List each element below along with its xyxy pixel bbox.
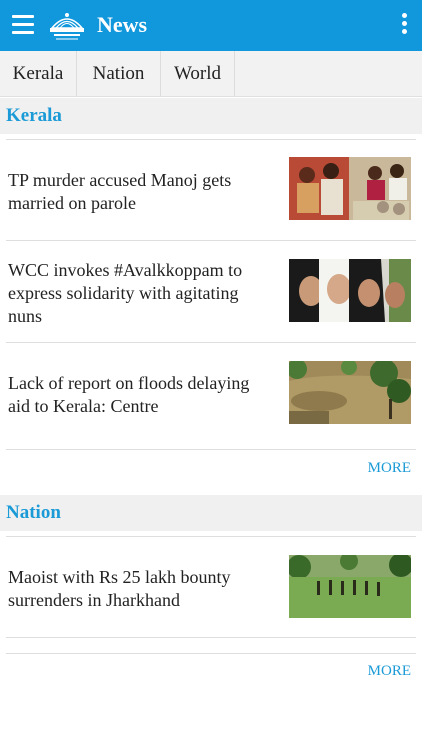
more-vertical-icon[interactable] — [400, 13, 408, 39]
article-headline: TP murder accused Manoj gets married on … — [8, 170, 232, 213]
divider — [6, 653, 416, 654]
divider — [6, 449, 416, 450]
more-link-nation[interactable]: MORE — [368, 663, 411, 680]
wedding-photo — [289, 157, 411, 220]
field-patrol-photo — [289, 555, 411, 618]
article-item[interactable]: Lack of report on floods delaying aid to… — [0, 343, 422, 449]
section-header-nation: Nation — [0, 495, 422, 531]
article-headline: WCC invokes #Avalkkoppam to express soli… — [8, 260, 243, 326]
hamburger-menu-icon[interactable] — [12, 15, 34, 35]
section-header-kerala: Kerala — [0, 98, 422, 134]
article-item[interactable]: Maoist with Rs 25 lakh bounty surrenders… — [0, 537, 422, 637]
tab-kerala[interactable]: Kerala — [0, 51, 77, 96]
article-item[interactable]: WCC invokes #Avalkkoppam to express soli… — [0, 241, 422, 342]
tab-nation[interactable]: Nation — [77, 51, 161, 96]
page-title: News — [97, 12, 148, 37]
newspaper-crest-logo — [50, 13, 84, 40]
category-tabs: Kerala Nation World — [0, 51, 422, 97]
app-bar: News — [0, 0, 422, 51]
flood-photo — [289, 361, 411, 424]
tab-world[interactable]: World — [161, 51, 235, 96]
article-item[interactable]: TP murder accused Manoj gets married on … — [0, 140, 422, 240]
article-headline: Lack of report on floods delaying aid to… — [8, 373, 250, 416]
article-headline: Maoist with Rs 25 lakh bounty surrenders… — [8, 567, 231, 610]
more-link-kerala[interactable]: MORE — [368, 460, 411, 477]
divider — [6, 637, 416, 638]
nuns-photo — [289, 259, 411, 322]
